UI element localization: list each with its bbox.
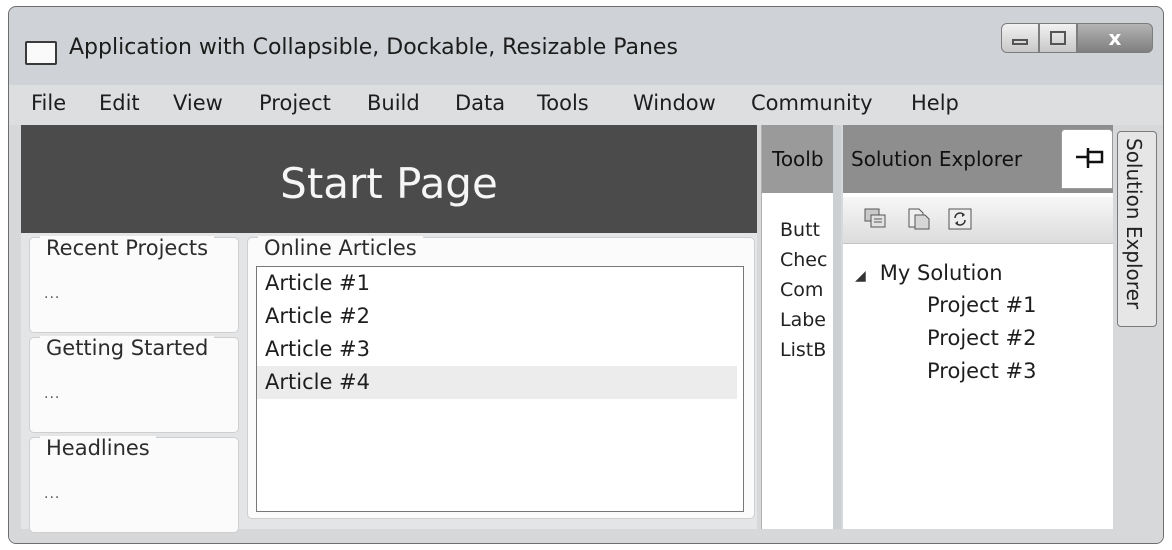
menu-window[interactable]: Window xyxy=(633,91,716,115)
toolbox-item-button[interactable]: Butt xyxy=(780,219,820,241)
side-tab-label: Solution Explorer xyxy=(1122,138,1146,310)
properties-icon[interactable] xyxy=(863,207,889,231)
solution-explorer-toolbar xyxy=(843,197,1113,244)
tree-root-label: My Solution xyxy=(879,261,1003,285)
menu-help[interactable]: Help xyxy=(911,91,959,115)
headlines-group: Headlines ... xyxy=(29,436,239,533)
toolbox-item-label[interactable]: Labe xyxy=(780,309,826,331)
menu-edit[interactable]: Edit xyxy=(99,91,140,115)
getting-started-label: Getting Started xyxy=(40,336,215,360)
close-button[interactable]: x xyxy=(1077,23,1153,53)
online-articles-group: Online Articles Article #1 Article #2 Ar… xyxy=(247,236,755,519)
window-icon xyxy=(25,41,57,65)
maximize-icon xyxy=(1050,31,1066,45)
online-articles-list[interactable]: Article #1 Article #2 Article #3 Article… xyxy=(256,266,744,512)
menu-community[interactable]: Community xyxy=(751,91,873,115)
toolbox-item-listbox[interactable]: ListB xyxy=(780,339,826,361)
headlines-label: Headlines xyxy=(40,436,156,460)
client-area: Start Page Recent Projects ... Getting S… xyxy=(9,125,1163,543)
toolbox-item-checkbox[interactable]: Chec xyxy=(780,249,827,271)
solution-explorer-title: Solution Explorer xyxy=(851,147,1023,171)
getting-started-placeholder: ... xyxy=(44,386,61,402)
recent-projects-group: Recent Projects ... xyxy=(29,236,239,333)
solution-explorer-side-tab[interactable]: Solution Explorer xyxy=(1117,131,1157,327)
menu-tools[interactable]: Tools xyxy=(537,91,589,115)
list-item[interactable]: Article #1 xyxy=(257,267,743,300)
recent-projects-placeholder: ... xyxy=(44,286,61,302)
menu-data[interactable]: Data xyxy=(455,91,505,115)
minimize-button[interactable] xyxy=(1001,23,1039,53)
start-page-title: Start Page xyxy=(280,159,498,208)
tree-item-project-3[interactable]: Project #3 xyxy=(927,359,1036,383)
maximize-button[interactable] xyxy=(1039,23,1077,53)
menu-file[interactable]: File xyxy=(31,91,66,115)
recent-projects-label: Recent Projects xyxy=(40,236,215,260)
refresh-icon[interactable] xyxy=(947,207,973,231)
toolbox-title: Toolb xyxy=(772,147,824,171)
start-page-pane: Start Page Recent Projects ... Getting S… xyxy=(21,125,757,533)
pin-button[interactable] xyxy=(1061,129,1113,189)
application-window: Application with Collapsible, Dockable, … xyxy=(8,6,1164,544)
tree-root-my-solution[interactable]: ◢ My Solution xyxy=(855,261,1003,285)
minimize-icon xyxy=(1012,39,1028,45)
menu-build[interactable]: Build xyxy=(367,91,420,115)
expand-arrow-icon[interactable]: ◢ xyxy=(855,268,866,284)
start-page-header: Start Page xyxy=(21,125,757,233)
online-articles-label: Online Articles xyxy=(258,236,423,260)
menu-bar: File Edit View Project Build Data Tools … xyxy=(9,85,1163,125)
tree-item-project-2[interactable]: Project #2 xyxy=(927,326,1036,350)
menu-project[interactable]: Project xyxy=(259,91,331,115)
title-bar[interactable]: Application with Collapsible, Dockable, … xyxy=(9,7,1163,85)
list-item-selected[interactable]: Article #4 xyxy=(257,366,737,399)
close-icon: x xyxy=(1108,26,1122,50)
headlines-placeholder: ... xyxy=(44,486,61,502)
getting-started-group: Getting Started ... xyxy=(29,336,239,433)
window-title: Application with Collapsible, Dockable, … xyxy=(69,35,678,60)
tree-item-project-1[interactable]: Project #1 xyxy=(927,293,1036,317)
toolbox-pane: Toolb Butt Chec Com Labe ListB xyxy=(761,125,835,529)
show-all-files-icon[interactable] xyxy=(905,207,931,231)
solution-explorer-pane: Solution Explorer ◢ My Solution Project … xyxy=(843,125,1113,529)
pin-icon xyxy=(1076,148,1104,168)
menu-view[interactable]: View xyxy=(173,91,223,115)
list-item[interactable]: Article #3 xyxy=(257,333,743,366)
toolbox-header[interactable]: Toolb xyxy=(762,125,834,193)
list-item[interactable]: Article #2 xyxy=(257,300,743,333)
window-controls: x xyxy=(1001,23,1153,53)
pane-splitter[interactable] xyxy=(833,125,841,529)
toolbox-item-combobox[interactable]: Com xyxy=(780,279,823,301)
